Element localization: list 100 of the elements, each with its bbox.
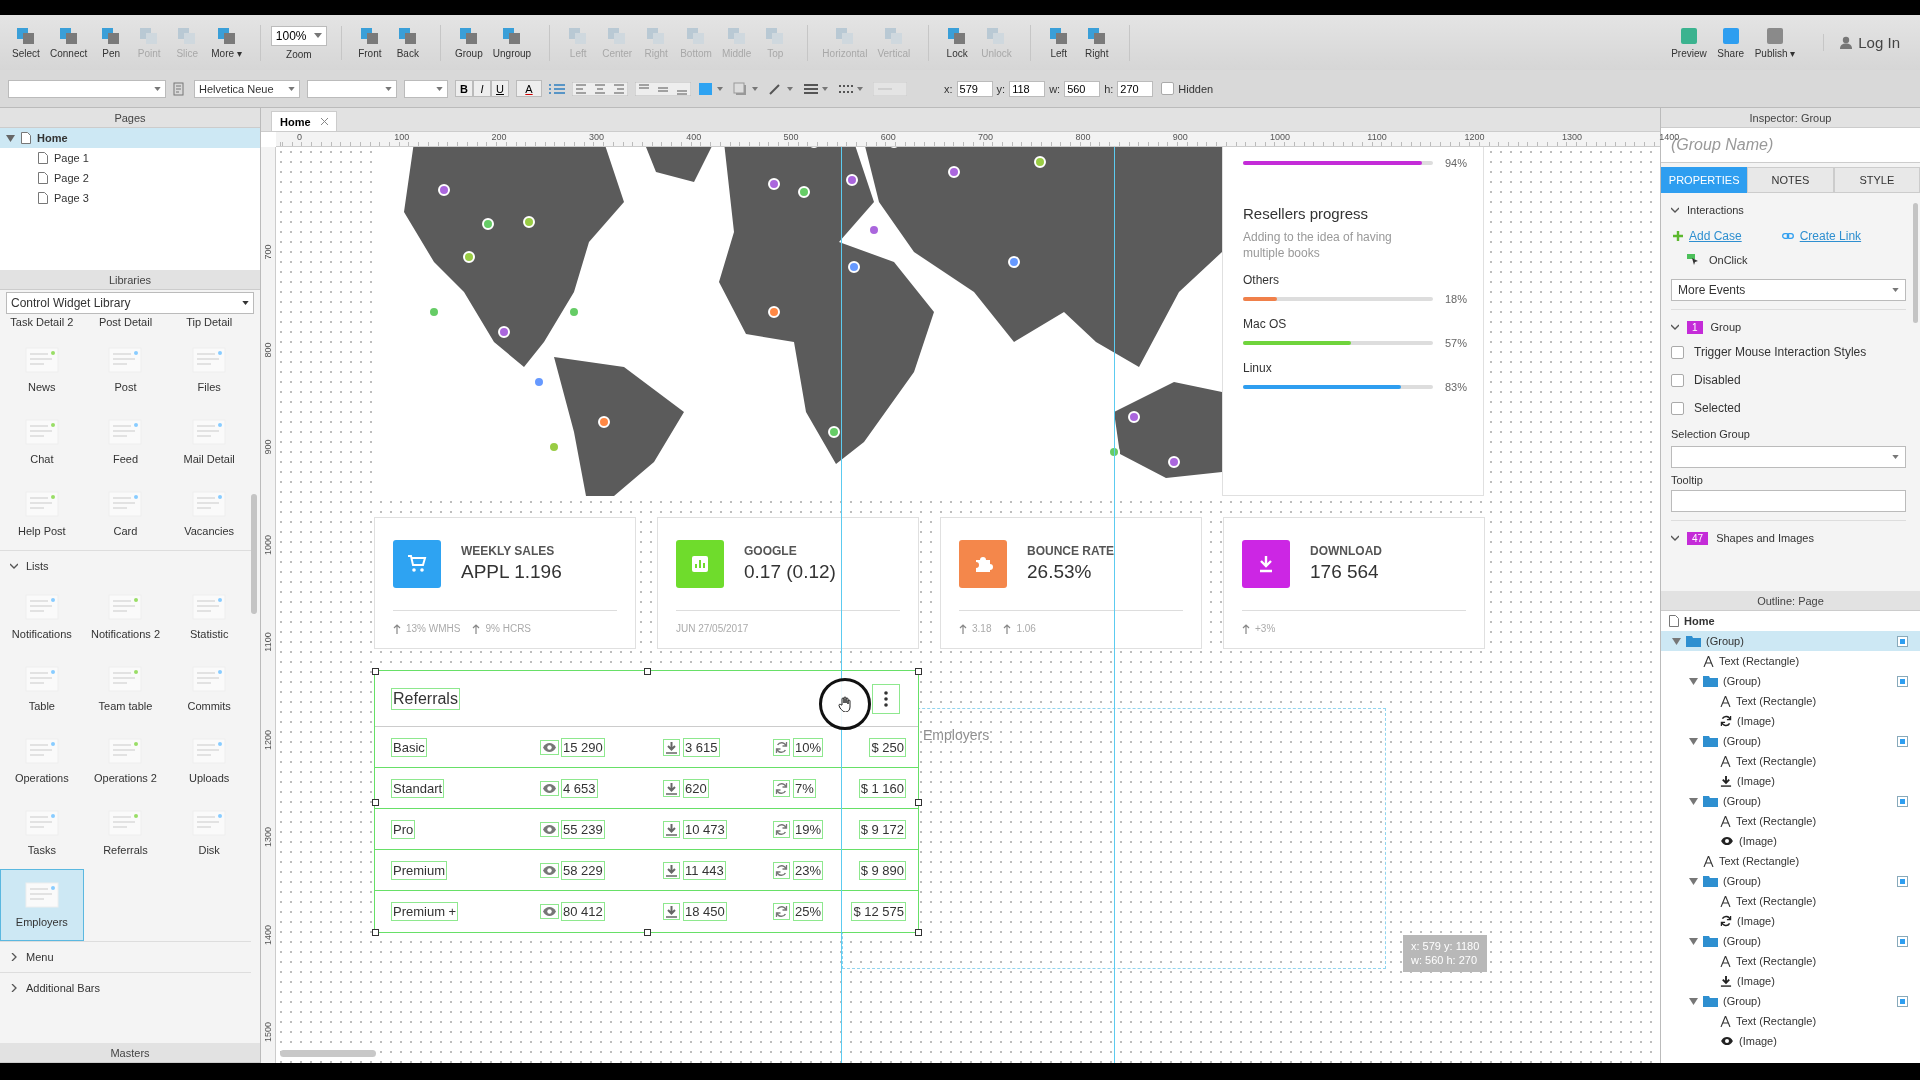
line-color-icon[interactable] [768, 81, 796, 96]
checkbox[interactable] [1671, 401, 1684, 415]
library-widget[interactable]: Notifications [0, 581, 84, 653]
toolbar-button[interactable]: Select [8, 24, 44, 61]
library-widget[interactable]: Uploads [167, 725, 251, 797]
toolbar-button[interactable]: More ▾ [207, 24, 246, 61]
outline-item[interactable]: Text (Rectangle) [1661, 891, 1920, 911]
page-item[interactable]: Page 3 [0, 188, 260, 208]
section-header[interactable]: 47 Shapes and Images [1671, 520, 1906, 549]
toolbar-button[interactable]: Right [1078, 24, 1115, 61]
fill-color-icon[interactable] [698, 81, 726, 96]
tooltip-field[interactable] [1671, 490, 1906, 512]
expand-arrow-icon[interactable] [6, 134, 15, 142]
library-widget[interactable]: Employers [0, 869, 84, 941]
toolbar-button[interactable]: Ungroup [488, 24, 536, 61]
outline-item[interactable]: Text (Rectangle) [1661, 811, 1920, 831]
library-section[interactable]: Additional Bars [0, 972, 251, 1003]
more-button[interactable] [872, 683, 900, 714]
zoom-dropdown[interactable]: 100% [270, 25, 327, 46]
toolbar-button[interactable]: Lock [939, 24, 976, 61]
expand-arrow-icon[interactable] [1689, 877, 1698, 885]
event-item[interactable]: OnClick [1671, 247, 1906, 273]
library-widget[interactable]: Post [83, 334, 168, 406]
resize-handle[interactable] [915, 798, 922, 806]
bullet-list-icon[interactable] [549, 82, 565, 95]
toolbar-button[interactable]: Back [389, 24, 426, 61]
text-style-button[interactable]: U [491, 80, 509, 97]
scrollbar[interactable] [251, 494, 257, 614]
expand-arrow-icon[interactable] [1689, 797, 1698, 805]
toolbar-button[interactable]: Publish ▾ [1750, 24, 1800, 61]
outline-item[interactable]: (Group) [1661, 671, 1920, 691]
widget-label[interactable]: Post Detail [83, 316, 168, 334]
library-widget[interactable]: Operations 2 [83, 725, 168, 797]
library-widget[interactable]: Notifications 2 [83, 581, 168, 653]
widget-label[interactable]: Tip Detail [167, 316, 251, 334]
page-item[interactable]: Page 2 [0, 168, 260, 188]
resize-handle[interactable] [915, 929, 922, 936]
toolbar-button[interactable]: Preview [1667, 24, 1711, 61]
page-item[interactable]: Page 1 [0, 148, 260, 168]
expand-arrow-icon[interactable] [1689, 737, 1698, 745]
outline-item[interactable]: (Group) [1661, 731, 1920, 751]
toolbar-button[interactable]: Share [1712, 24, 1749, 61]
toolbar-button[interactable]: Left [1040, 24, 1077, 61]
outline-item[interactable]: (Image) [1661, 711, 1920, 731]
page-item[interactable]: Home [0, 128, 260, 148]
login-button[interactable]: Log In [1823, 34, 1912, 51]
text-style-button[interactable]: I [473, 80, 491, 97]
text-style-button[interactable]: B [455, 80, 473, 97]
outline-item[interactable]: (Group) [1661, 991, 1920, 1011]
geometry-field[interactable]: 118 [1009, 80, 1046, 97]
expand-arrow-icon[interactable] [1689, 677, 1698, 685]
library-widget[interactable]: Vacancies [167, 478, 251, 550]
outline-item[interactable]: Text (Rectangle) [1661, 691, 1920, 711]
outline-item[interactable]: (Group) [1661, 871, 1920, 891]
hidden-checkbox[interactable] [1161, 82, 1175, 95]
library-widget[interactable]: Chat [0, 406, 84, 478]
widget-label[interactable]: Task Detail 2 [0, 316, 84, 334]
style-dropdown[interactable] [8, 79, 166, 98]
toolbar-button[interactable]: Pen [93, 24, 130, 61]
toolbar-button[interactable]: Front [351, 24, 388, 61]
shadow-icon[interactable] [733, 81, 761, 96]
outline-item[interactable]: (Image) [1661, 771, 1920, 791]
resize-handle[interactable] [372, 929, 379, 936]
page-tab[interactable]: Home [271, 111, 337, 131]
outline-item[interactable]: Text (Rectangle) [1661, 751, 1920, 771]
expand-arrow-icon[interactable] [1689, 997, 1698, 1005]
library-widget[interactable]: Mail Detail [167, 406, 251, 478]
section-header[interactable]: Interactions [1671, 199, 1906, 221]
library-widget[interactable]: Card [83, 478, 168, 550]
scrollbar[interactable] [1913, 203, 1918, 323]
checkbox[interactable] [1671, 345, 1684, 359]
library-dropdown[interactable]: Control Widget Library [6, 292, 254, 314]
outline-item[interactable]: (Image) [1661, 831, 1920, 851]
section-header[interactable]: 1 Group [1671, 309, 1906, 338]
library-widget[interactable]: News [0, 334, 84, 406]
geometry-field[interactable]: 579 [956, 80, 993, 97]
toolbar-button[interactable]: Group [450, 24, 487, 61]
outline-item[interactable]: Text (Rectangle) [1661, 851, 1920, 871]
library-widget[interactable]: Feed [83, 406, 168, 478]
library-widget[interactable]: Help Post [0, 478, 84, 550]
outline-item[interactable]: (Image) [1661, 971, 1920, 991]
library-widget[interactable]: Referrals [83, 797, 168, 869]
library-widget[interactable]: Disk [167, 797, 251, 869]
library-section[interactable]: Menu [0, 941, 251, 972]
library-widget[interactable]: Commits [167, 653, 251, 725]
outline-item[interactable]: Text (Rectangle) [1661, 1011, 1920, 1031]
library-widget[interactable]: Table [0, 653, 84, 725]
geometry-field[interactable]: 270 [1117, 80, 1154, 97]
outline-item[interactable]: (Image) [1661, 1031, 1920, 1051]
selection-group-dropdown[interactable] [1671, 446, 1906, 468]
expand-arrow-icon[interactable] [1672, 637, 1681, 645]
library-widget[interactable]: Files [167, 334, 251, 406]
outline-item[interactable]: (Group) [1661, 931, 1920, 951]
outline-item[interactable]: (Group) [1661, 631, 1920, 651]
checkbox[interactable] [1671, 373, 1684, 387]
resize-handle[interactable] [643, 929, 651, 936]
geometry-field[interactable]: 560 [1064, 80, 1101, 97]
outline-item[interactable]: Home [1661, 611, 1920, 631]
toolbar-button[interactable]: Connect [46, 24, 92, 61]
font-color-button[interactable]: A [516, 80, 542, 97]
